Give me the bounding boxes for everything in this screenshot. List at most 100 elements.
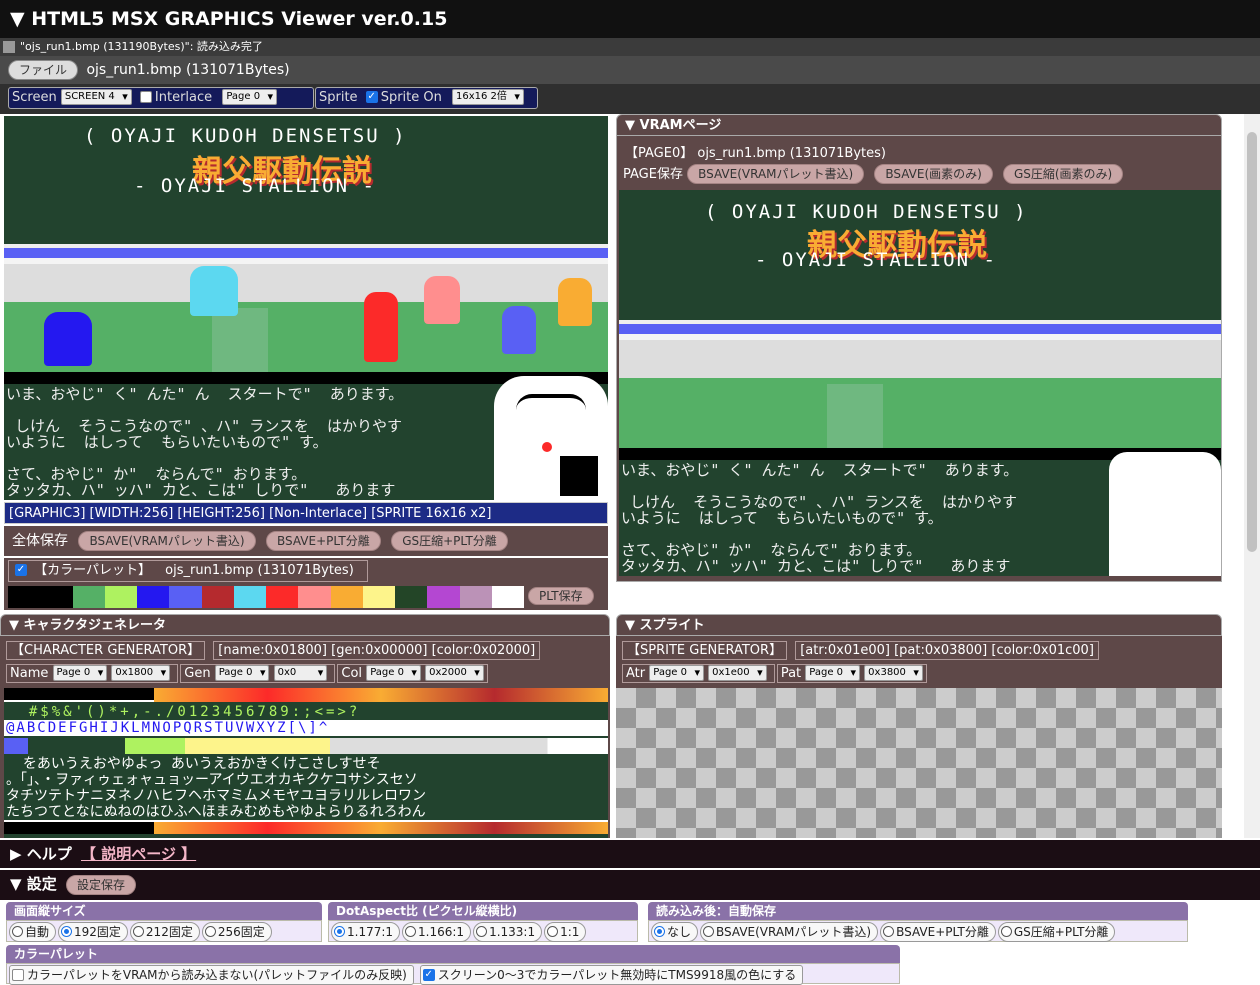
palette-swatch-2[interactable]	[72, 586, 105, 608]
aspect-option-3[interactable]: 1:1	[544, 922, 587, 942]
help-section[interactable]: ▶ ヘルプ 【 説明ページ 】	[0, 840, 1260, 868]
palette-swatch-1[interactable]	[40, 586, 73, 608]
palette-swatch-15[interactable]	[491, 586, 524, 608]
palette-swatch-14[interactable]	[459, 586, 492, 608]
palette-opt2[interactable]: ✓ スクリーン0～3でカラーパレット無効時にTMS9918風の色にする	[419, 965, 804, 985]
palette-swatch-13[interactable]	[427, 586, 460, 608]
vram-grass	[619, 378, 1221, 448]
name-addr-select[interactable]: 0x1800	[111, 664, 171, 681]
height-option-label-3: 256固定	[217, 925, 265, 939]
plt-save-button[interactable]: PLT保存	[528, 587, 594, 605]
gen-addr-select[interactable]: 0x0	[273, 664, 328, 681]
autosave-option-0[interactable]: なし	[651, 922, 699, 942]
aspect-option-0[interactable]: 1.177:1	[331, 922, 401, 942]
screen-select[interactable]: SCREEN 4	[60, 88, 132, 105]
palette-checkbox[interactable]: ✓	[15, 563, 27, 576]
autosave-radio-0[interactable]	[654, 926, 665, 937]
palette-swatch-12[interactable]	[395, 586, 428, 608]
autosave-radio-2[interactable]	[883, 926, 895, 937]
col-page-select[interactable]: Page 0	[366, 664, 421, 681]
palette-swatch-11[interactable]	[362, 586, 395, 608]
atr-page-select[interactable]: Page 0	[649, 664, 704, 681]
dialog-line-7: タッタカ、ハ" ッハ" カと、こは" しりで" あります	[6, 481, 396, 499]
palette-swatch-9[interactable]	[298, 586, 331, 608]
sprite-header[interactable]: ▼ スプライト	[616, 614, 1222, 636]
palette-swatch-6[interactable]	[201, 586, 234, 608]
palette-settings: カラーパレットをVRAMから読み込まない(パレットファイルのみ反映) ✓ スクリー…	[6, 963, 900, 985]
palette-opt1[interactable]: カラーパレットをVRAMから読み込まない(パレットファイルのみ反映)	[9, 965, 414, 985]
sprite-canvas[interactable]	[616, 688, 1222, 838]
palette-swatch-8[interactable]	[266, 586, 299, 608]
sprite-size-select[interactable]: 16x16 2倍	[452, 88, 524, 105]
autosave-option-2[interactable]: BSAVE+PLT分離	[880, 922, 996, 942]
screen-label: Screen	[12, 90, 57, 105]
save-all-label: 全体保存	[12, 533, 68, 549]
chargen-header[interactable]: ▼ キャラクタジェネレータ	[0, 614, 610, 636]
height-radio-3[interactable]	[204, 926, 216, 937]
autosave-option-3[interactable]: GS圧縮+PLT分離	[997, 922, 1116, 942]
scrollbar-thumb[interactable]	[1247, 132, 1257, 552]
vram-screen[interactable]: ( OYAJI KUDOH DENSETSU ) 親父駆動伝説 - OYAJI …	[619, 190, 1221, 576]
height-option-3[interactable]: 256固定	[201, 922, 272, 942]
vram-header[interactable]: ▼ VRAMページ	[616, 114, 1222, 136]
sprite-panel: 【SPRITE GENERATOR】 [atr:0x01e00] [pat:0x…	[616, 636, 1222, 838]
bsave-vram-button[interactable]: BSAVE(VRAMパレット書込)	[78, 531, 256, 551]
palette-swatch-3[interactable]	[104, 586, 137, 608]
aspect-radio-3[interactable]	[547, 926, 559, 937]
chargen-row-6: タチツテトナニヌネノハヒフヘホマミムメモヤユヨラリルレロワン	[6, 788, 426, 804]
vram-dialog-6: さて、おやじ" か" ならんで" おります。	[621, 541, 922, 559]
settings-label[interactable]: ▼ 設定	[10, 875, 57, 893]
palette-swatch-4[interactable]	[137, 586, 170, 608]
aspect-option-1[interactable]: 1.166:1	[402, 922, 472, 942]
autosave-radio-3[interactable]	[1000, 926, 1012, 937]
main-screen[interactable]: ( OYAJI KUDOH DENSETSU ) 親父駆動伝説 - OYAJI …	[4, 116, 608, 500]
help-label[interactable]: ▶ ヘルプ	[10, 845, 72, 863]
height-radio-2[interactable]	[132, 926, 144, 937]
chargen-canvas[interactable]: #$%&'()*+,-./0123456789:;<=>? @ABCDEFGHI…	[4, 688, 608, 838]
app-title[interactable]: ▼ HTML5 MSX GRAPHICS Viewer ver.0.15	[0, 0, 1260, 38]
aspect-option-label-3: 1:1	[560, 925, 580, 939]
pat-page-select[interactable]: Page 0	[805, 664, 861, 681]
file-button[interactable]: ファイル	[8, 60, 79, 80]
name-page-select[interactable]: Page 0	[52, 664, 108, 681]
vram-dialog-1: いま、おやじ" く" んた" ん スタートで" あります。	[621, 461, 1019, 479]
gs-plt-button[interactable]: GS圧縮+PLT分離	[391, 531, 508, 551]
bsave-plt-button[interactable]: BSAVE+PLT分離	[266, 531, 381, 551]
pat-addr-select[interactable]: 0x3800	[864, 664, 923, 681]
vram-track-patch	[827, 384, 883, 448]
height-radio-0[interactable]	[12, 926, 23, 937]
sprite-on-checkbox[interactable]: ✓	[365, 90, 378, 103]
page-select[interactable]: Page 0	[222, 88, 278, 105]
gen-page-select[interactable]: Page 0	[214, 664, 270, 681]
autosave-option-label-1: BSAVE(VRAMパレット書込)	[716, 925, 872, 939]
palette-swatch-5[interactable]	[169, 586, 202, 608]
palette-swatch-7[interactable]	[233, 586, 266, 608]
palette-swatches[interactable]	[8, 586, 524, 608]
page-gs-button[interactable]: GS圧縮(画素のみ)	[1002, 164, 1124, 184]
aspect-radio-1[interactable]	[405, 926, 417, 937]
settings-save-button[interactable]: 設定保存	[66, 875, 137, 895]
interlace-checkbox[interactable]	[139, 90, 152, 103]
height-option-2[interactable]: 212固定	[129, 922, 200, 942]
page-bsave-vram-button[interactable]: BSAVE(VRAMパレット書込)	[687, 164, 865, 184]
scrollbar[interactable]	[1244, 114, 1260, 838]
autosave-option-label-0: なし	[667, 925, 692, 939]
aspect-radio-2[interactable]	[476, 926, 488, 937]
autosave-radio-1[interactable]	[703, 926, 715, 937]
height-radio-1[interactable]	[61, 926, 73, 937]
aspect-option-2[interactable]: 1.133:1	[473, 922, 543, 942]
palette-swatch-10[interactable]	[330, 586, 363, 608]
chargen-row-4: をあいうえおやゆよっ あいうえおかきくけこさしすせそ	[6, 756, 381, 772]
page-bsave-pixel-button[interactable]: BSAVE(画素のみ)	[874, 164, 993, 184]
aspect-radio-0[interactable]	[334, 926, 345, 937]
col-addr-select[interactable]: 0x2000	[425, 664, 484, 681]
vram-dialog-7: タッタカ、ハ" ッハ" カと、こは" しりで" あります	[621, 557, 1011, 575]
atr-addr-select[interactable]: 0x1e00	[708, 664, 767, 681]
help-link[interactable]: 【 説明ページ 】	[81, 845, 196, 863]
height-option-0[interactable]: 自動	[9, 922, 57, 942]
autosave-option-1[interactable]: BSAVE(VRAMパレット書込)	[700, 922, 879, 942]
track-sky	[4, 244, 608, 258]
height-option-1[interactable]: 192固定	[58, 922, 128, 942]
sprite-info-bar: 【SPRITE GENERATOR】 [atr:0x01e00] [pat:0x…	[622, 640, 1099, 662]
palette-swatch-0[interactable]	[8, 586, 41, 608]
